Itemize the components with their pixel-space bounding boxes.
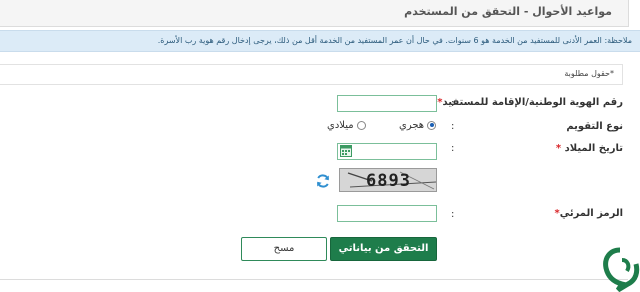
page-title: مواعيد الأحوال - التحقق من المستخدم (404, 5, 612, 18)
hijri-label: هجري (399, 120, 425, 131)
id-label: رقم الهوية الوطنية/الإقامة للمستفيد* (437, 97, 623, 108)
required-fields-note: *حقول مطلوبة (564, 69, 614, 78)
id-label-text: رقم الهوية الوطنية/الإقامة للمستفيد (442, 97, 623, 108)
calendar-hijri-option[interactable]: هجري (399, 120, 437, 131)
captcha-input[interactable] (337, 205, 437, 222)
captcha-text: 6893 (366, 171, 411, 191)
birthdate-label-text: تاريخ الميلاد (564, 143, 623, 154)
colon: : (451, 121, 455, 132)
colon: : (451, 143, 455, 154)
birthdate-input[interactable] (337, 143, 437, 160)
birthdate-label: تاريخ الميلاد * (556, 143, 623, 154)
code-label-text: الرمز المرئي (559, 208, 623, 219)
calendar-icon[interactable] (340, 145, 352, 157)
colon: : (451, 98, 455, 109)
calendar-gregorian-option[interactable]: ميلادي (327, 120, 366, 131)
clear-button[interactable]: مسح (241, 237, 327, 261)
notice-text: ملاحظة: العمر الأدنى للمستفيد من الخدمة … (157, 36, 632, 45)
notice-banner: ملاحظة: العمر الأدنى للمستفيد من الخدمة … (0, 30, 640, 52)
code-label: الرمز المرئي* (554, 208, 623, 219)
page-header: مواعيد الأحوال - التحقق من المستخدم (0, 0, 629, 27)
divider (0, 279, 628, 280)
chat-logo-icon[interactable] (600, 244, 640, 292)
verify-button[interactable]: التحقق من بياناتي (330, 237, 437, 261)
required-star: * (555, 143, 562, 154)
refresh-captcha-icon[interactable] (315, 173, 331, 189)
captcha-image: 6893 (339, 168, 437, 192)
hijri-radio[interactable] (427, 120, 437, 130)
gregorian-label: ميلادي (327, 120, 354, 131)
required-fields-panel: *حقول مطلوبة (0, 64, 623, 85)
id-number-input[interactable] (337, 95, 437, 112)
gregorian-radio[interactable] (356, 120, 366, 130)
colon: : (451, 209, 455, 220)
calendar-label: نوع التقويم (566, 121, 623, 132)
